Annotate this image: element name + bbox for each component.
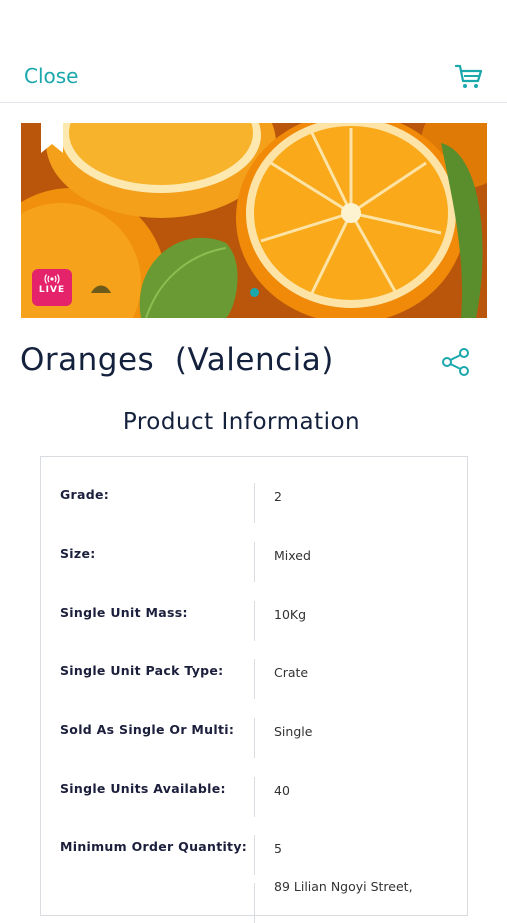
row-divider [254,659,255,699]
row-value: 10Kg [274,607,307,622]
row-label: Minimum Order Quantity: [60,839,248,854]
row-divider [254,718,255,758]
row-label: Single Unit Pack Type: [60,663,224,678]
row-label: Sold As Single Or Multi: [60,722,235,737]
row-divider [254,483,255,523]
table-row: 89 Lilian Ngoyi Street, [41,865,467,923]
row-value: Single [274,724,313,739]
table-row: Sold As Single Or Multi: Single [41,700,467,758]
close-button[interactable]: Close [24,64,78,88]
row-label: Size: [60,546,96,561]
row-divider [254,601,255,641]
product-title: Oranges (Valencia) [20,342,334,378]
row-label: Single Units Available: [60,781,226,796]
row-value: 2 [274,489,282,504]
live-badge[interactable]: LIVE [32,269,72,306]
live-label: LIVE [38,285,66,295]
row-value: Mixed [274,548,311,563]
table-row: Single Unit Mass: 10Kg [41,583,467,641]
section-heading: Product Information [122,409,361,435]
table-row: Grade: 2 [41,465,467,523]
row-value: Crate [274,665,309,680]
bookmark-icon[interactable] [41,123,63,153]
product-image-carousel[interactable]: LIVE [21,123,487,318]
row-divider [254,542,255,582]
row-label: Grade: [60,487,110,502]
table-row: Single Unit Pack Type: Crate [41,641,467,699]
row-divider [254,883,255,923]
live-broadcast-icon [44,274,60,284]
row-divider [254,777,255,817]
top-bar: Close [0,0,507,103]
row-value: 5 [274,841,282,856]
product-info-table: Grade: 2 Size: Mixed Single Unit Mass: 1… [40,456,468,923]
row-value: 89 Lilian Ngoyi Street, [274,879,413,894]
table-row: Single Units Available: 40 [41,759,467,817]
carousel-dot-active[interactable] [250,288,259,297]
table-row: Size: Mixed [41,524,467,582]
row-label: Single Unit Mass: [60,605,188,620]
row-value: 40 [274,783,290,798]
cart-icon[interactable] [455,64,483,90]
share-icon[interactable] [441,347,471,377]
